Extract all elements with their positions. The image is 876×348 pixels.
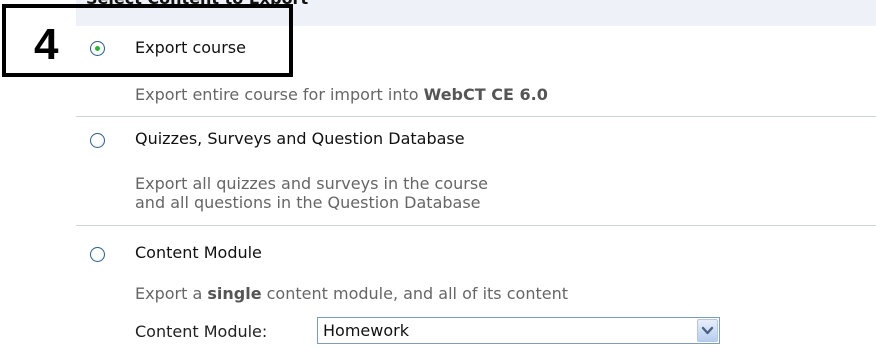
content-module-select-value: Homework [323,321,409,340]
content-module-select-label: Content Module: [135,322,268,341]
content-module-label[interactable]: Content Module [135,243,262,262]
export-course-description-bold: WebCT CE 6.0 [423,85,548,104]
content-module-description-prefix: Export a [135,284,208,303]
export-course-description-text: Export entire course for import into [135,85,424,104]
content-module-radio[interactable] [90,247,105,262]
quizzes-surveys-description-line2: and all questions in the Question Databa… [135,193,481,212]
quizzes-surveys-description-line1: Export all quizzes and surveys in the co… [135,174,488,193]
content-module-description-suffix: content module, and all of its content [261,284,568,303]
content-module-description: Export a single content module, and all … [135,284,568,303]
chevron-down-icon [701,326,714,335]
option-divider [76,116,876,117]
content-module-description-bold: single [207,284,262,303]
quizzes-surveys-label[interactable]: Quizzes, Surveys and Question Database [135,129,465,148]
option-divider [76,225,876,226]
export-course-description: Export entire course for import into Web… [135,85,548,104]
quizzes-surveys-radio[interactable] [90,133,105,148]
content-module-select[interactable]: Homework [317,317,720,344]
step-number: 4 [34,20,59,69]
dropdown-button[interactable] [697,319,718,342]
